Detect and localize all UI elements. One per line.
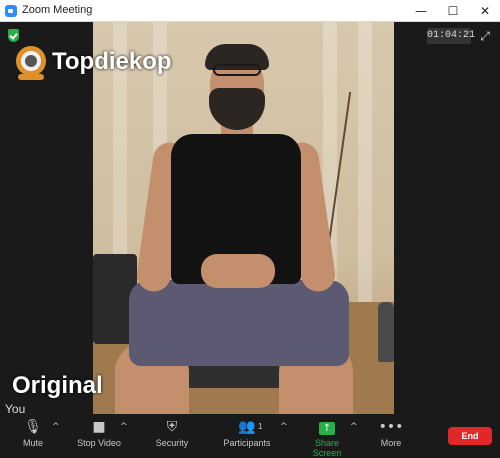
mute-label: Mute	[22, 438, 43, 448]
audio-options-caret[interactable]: ^	[52, 422, 60, 432]
stop-video-button[interactable]: ■ Stop Video	[74, 418, 124, 452]
video-stage: Topdiekop 01:04:21 ⤢ Original You	[0, 22, 500, 416]
security-button[interactable]: ⛨ Security	[152, 418, 192, 452]
video-camera-icon: ■	[92, 419, 106, 435]
participants-label: Participants	[223, 438, 271, 448]
webcam-logo-base	[18, 74, 44, 80]
brand-overlay-text: Topdiekop	[52, 48, 172, 75]
participant-video[interactable]	[93, 22, 394, 414]
close-button[interactable]: ✕	[470, 0, 500, 22]
microphone-icon: 🎙	[24, 419, 42, 435]
share-screen-button[interactable]: ↑ Share Screen	[302, 418, 352, 458]
share-options-caret[interactable]: ^	[350, 422, 358, 432]
window-title: Zoom Meeting	[22, 4, 93, 16]
webcam-logo-icon	[16, 46, 46, 76]
share-screen-label: Share Screen	[312, 438, 342, 458]
stop-video-label: Stop Video	[77, 438, 121, 448]
minimize-button[interactable]: —	[406, 0, 436, 22]
meeting-toolbar: 🎙 Mute ^ ■ Stop Video ^ ⛨ Security 👥 Par…	[0, 414, 500, 458]
video-caption-overlay: Original	[12, 372, 103, 399]
participants-button[interactable]: 👥 Participants	[222, 418, 272, 452]
video-options-caret[interactable]: ^	[120, 422, 128, 432]
maximize-button[interactable]: ☐	[438, 0, 468, 22]
zoom-meeting-window: Zoom Meeting — ☐ ✕ Topdiekop 01:04:21 ⤢ …	[0, 0, 500, 458]
shield-icon: ⛨	[166, 419, 178, 435]
person-shorts	[129, 280, 349, 366]
zoom-app-icon	[5, 5, 17, 17]
more-label: More	[380, 438, 402, 448]
meeting-timer: 01:04:21	[427, 28, 475, 44]
participants-icon: 👥	[238, 419, 256, 435]
participants-options-caret[interactable]: ^	[280, 422, 288, 432]
participant-count: 1	[258, 422, 263, 431]
ellipsis-icon: •••	[378, 419, 404, 435]
person-hands	[201, 254, 275, 288]
security-label: Security	[155, 438, 189, 448]
more-button[interactable]: ••• More	[376, 418, 406, 452]
shield-check-icon[interactable]	[8, 29, 19, 42]
title-bar: Zoom Meeting — ☐ ✕	[0, 0, 500, 22]
end-meeting-button[interactable]: End	[448, 427, 492, 445]
share-arrow-icon: ↑	[319, 422, 335, 435]
fullscreen-icon[interactable]: ⤢	[478, 29, 492, 43]
vase	[378, 302, 394, 362]
mute-button[interactable]: 🎙 Mute	[18, 418, 48, 452]
person-glasses	[213, 64, 261, 76]
